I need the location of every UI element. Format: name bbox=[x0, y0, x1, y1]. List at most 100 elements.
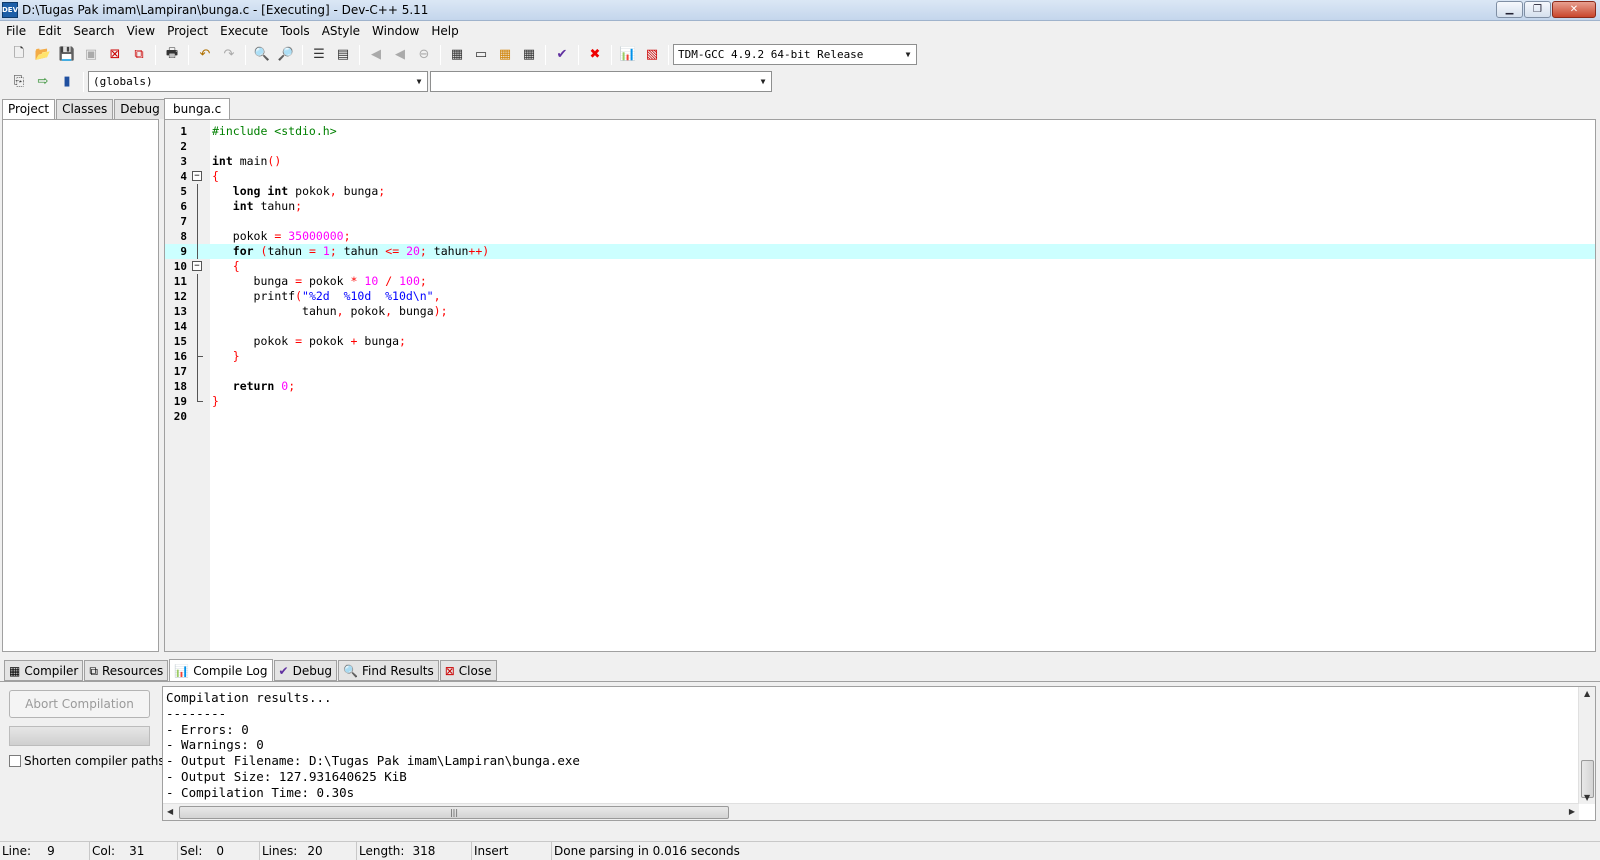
profile-button[interactable]: 📊 bbox=[617, 44, 639, 66]
editor-file-tab[interactable]: bunga.c bbox=[164, 98, 231, 120]
remove-from-project-button[interactable]: ◀ bbox=[389, 44, 411, 66]
find-button[interactable]: 🔍 bbox=[251, 44, 273, 66]
fold-collapse-icon[interactable]: − bbox=[192, 261, 202, 271]
log-line: - Output Filename: D:\Tugas Pak imam\Lam… bbox=[166, 753, 580, 769]
compile-run-button[interactable]: ▦ bbox=[494, 44, 516, 66]
member-select[interactable]: ▼ bbox=[430, 71, 772, 92]
rebuild-all-button[interactable]: ▦ bbox=[518, 44, 540, 66]
scroll-left-icon[interactable]: ◀ bbox=[167, 807, 173, 816]
code-lines: 1 #include <stdio.h> 2 3 int main() 4{−5 long… bbox=[165, 124, 1595, 424]
project-panel[interactable] bbox=[2, 119, 159, 652]
indent-button[interactable]: ☰ bbox=[308, 44, 330, 66]
code-line[interactable]: 7 bbox=[165, 214, 1595, 229]
bookmark-button[interactable]: ▮ bbox=[56, 71, 78, 93]
menu-view[interactable]: View bbox=[121, 21, 161, 41]
tab-compiler[interactable]: ▦ Compiler bbox=[4, 660, 84, 681]
tab-resources[interactable]: ⧉ Resources bbox=[84, 660, 169, 681]
code-line[interactable]: 4 {− bbox=[165, 169, 1595, 184]
menu-project[interactable]: Project bbox=[161, 21, 214, 41]
menu-file[interactable]: File bbox=[0, 21, 32, 41]
scope-select[interactable]: (globals) ▼ bbox=[88, 71, 428, 92]
checkbox-box[interactable] bbox=[9, 755, 21, 767]
scroll-thumb[interactable]: ||| bbox=[179, 806, 729, 819]
code-line[interactable]: 1 #include <stdio.h> bbox=[165, 124, 1595, 139]
menu-execute[interactable]: Execute bbox=[214, 21, 274, 41]
code-line[interactable]: 14 bbox=[165, 319, 1595, 334]
replace-button[interactable]: 🔎 bbox=[275, 44, 297, 66]
line-number: 20 bbox=[173, 410, 187, 423]
code-line[interactable]: 12 printf("%2d %10d %10d\n", bbox=[165, 289, 1595, 304]
print-button[interactable]: 🖶 bbox=[161, 44, 183, 66]
tab-compile-log[interactable]: 📊 Compile Log bbox=[169, 659, 273, 681]
scroll-up-icon[interactable]: ▲ bbox=[1584, 689, 1590, 698]
code-line[interactable]: 20 bbox=[165, 409, 1595, 424]
abort-compilation-button[interactable]: Abort Compilation bbox=[9, 690, 150, 718]
close-window-button[interactable]: ✕ bbox=[1552, 1, 1596, 18]
delete-profile-button[interactable]: ▧ bbox=[641, 44, 663, 66]
code-line[interactable]: 15 pokok = pokok + bunga; bbox=[165, 334, 1595, 349]
fold-collapse-icon[interactable]: − bbox=[192, 171, 202, 181]
close-all-button[interactable]: ⧉ bbox=[128, 44, 150, 66]
code-line[interactable]: 8 pokok = 35000000; bbox=[165, 229, 1595, 244]
debug-button[interactable]: ✔ bbox=[551, 44, 573, 66]
menu-tools[interactable]: Tools bbox=[274, 21, 316, 41]
unindent-button[interactable]: ▤ bbox=[332, 44, 354, 66]
line-text: tahun, pokok, bunga); bbox=[302, 304, 448, 318]
restore-button[interactable]: ❐ bbox=[1524, 1, 1551, 18]
compile-log-output[interactable]: Compilation results... -------- - Errors: … bbox=[162, 686, 1596, 821]
code-line[interactable]: 5 long int pokok, bunga; bbox=[165, 184, 1595, 199]
save-all-button[interactable]: ▣ bbox=[80, 44, 102, 66]
line-number: 8 bbox=[180, 230, 187, 243]
code-line[interactable]: 17 bbox=[165, 364, 1595, 379]
insert-button[interactable]: ⎘ bbox=[8, 71, 30, 93]
scroll-right-icon[interactable]: ▶ bbox=[1569, 807, 1575, 816]
code-line[interactable]: 11 bunga = pokok * 10 / 100; bbox=[165, 274, 1595, 289]
add-to-project-button[interactable]: ◀ bbox=[365, 44, 387, 66]
tab-debug[interactable]: Debug bbox=[114, 99, 166, 119]
devcpp-app-icon[interactable]: DEV bbox=[2, 2, 18, 18]
code-line[interactable]: 18 return 0; bbox=[165, 379, 1595, 394]
line-text: int main() bbox=[212, 154, 282, 168]
log-horizontal-scrollbar[interactable]: ◀ ||| ▶ bbox=[163, 803, 1579, 820]
open-file-button[interactable]: 📂 bbox=[32, 44, 54, 66]
goto-button[interactable]: ⇨ bbox=[32, 71, 54, 93]
close-file-button[interactable]: ⊠ bbox=[104, 44, 126, 66]
undo-button[interactable]: ↶ bbox=[194, 44, 216, 66]
log-vertical-scrollbar[interactable]: ▲ ▼ bbox=[1578, 687, 1595, 804]
tab-project[interactable]: Project bbox=[2, 99, 56, 120]
menu-search[interactable]: Search bbox=[67, 21, 120, 41]
bookmark-icon: ▮ bbox=[63, 74, 71, 89]
bar-chart-icon: 📊 bbox=[619, 47, 637, 62]
save-button[interactable]: 💾 bbox=[56, 44, 78, 66]
redo-button[interactable]: ↷ bbox=[218, 44, 240, 66]
tab-classes[interactable]: Classes bbox=[56, 99, 114, 119]
new-file-button[interactable]: 🗋 bbox=[8, 44, 30, 66]
stop-execution-button[interactable]: ✖ bbox=[584, 44, 606, 66]
code-line[interactable]: 9 for (tahun = 1; tahun <= 20; tahun++) bbox=[165, 244, 1595, 259]
run-button[interactable]: ▭ bbox=[470, 44, 492, 66]
shorten-paths-checkbox[interactable]: Shorten compiler paths bbox=[9, 754, 165, 768]
code-line[interactable]: 3 int main() bbox=[165, 154, 1595, 169]
code-line[interactable]: 10 {− bbox=[165, 259, 1595, 274]
code-line[interactable]: 13 tahun, pokok, bunga); bbox=[165, 304, 1595, 319]
menu-astyle[interactable]: AStyle bbox=[316, 21, 366, 41]
compile-icon: ▦ bbox=[450, 47, 464, 62]
project-options-button[interactable]: ⊖ bbox=[413, 44, 435, 66]
status-lines: Lines: 20 bbox=[260, 841, 357, 860]
tab-close[interactable]: ⊠ Close bbox=[439, 660, 497, 681]
menu-edit[interactable]: Edit bbox=[32, 21, 67, 41]
compiler-select[interactable]: TDM-GCC 4.9.2 64-bit Release ▼ bbox=[673, 44, 917, 65]
code-line[interactable]: 6 int tahun; bbox=[165, 199, 1595, 214]
compile-button[interactable]: ▦ bbox=[446, 44, 468, 66]
code-line[interactable]: 2 bbox=[165, 139, 1595, 154]
code-line[interactable]: 19} bbox=[165, 394, 1595, 409]
minimize-button[interactable]: ▁ bbox=[1496, 1, 1523, 18]
code-line[interactable]: 16 } bbox=[165, 349, 1595, 364]
scroll-down-icon[interactable]: ▼ bbox=[1584, 793, 1590, 802]
menu-help[interactable]: Help bbox=[425, 21, 464, 41]
compiler-select-value: TDM-GCC 4.9.2 64-bit Release bbox=[678, 48, 864, 61]
tab-find-results[interactable]: 🔍 Find Results bbox=[338, 660, 439, 681]
menu-window[interactable]: Window bbox=[366, 21, 425, 41]
tab-debug-bottom[interactable]: ✔ Debug bbox=[273, 660, 338, 681]
code-editor[interactable]: 1 #include <stdio.h> 2 3 int main() 4{−5 long… bbox=[164, 119, 1596, 652]
